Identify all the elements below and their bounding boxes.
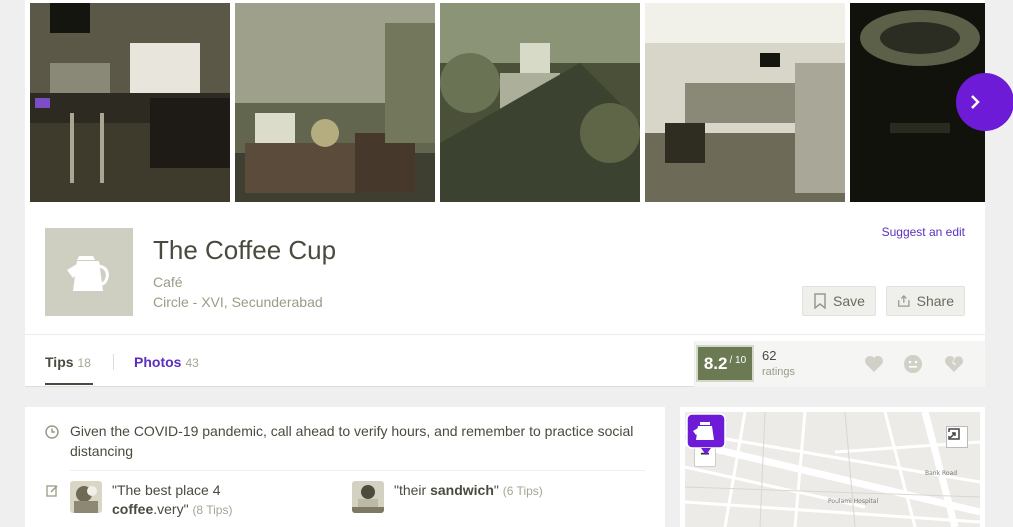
venue-photo[interactable] [645, 3, 845, 202]
active-tab-indicator [45, 383, 93, 385]
covid-notice: Given the COVID-19 pandemic, call ahead … [70, 423, 634, 459]
map-card: Poulami Hospital Bank Road + − [680, 407, 985, 527]
avatar [352, 481, 384, 513]
map-pin-icon[interactable] [685, 412, 727, 456]
rating-score-badge: 8.2 / 10 [696, 345, 754, 382]
tip-text: "their sandwich" (6 Tips) [394, 481, 543, 513]
venue-photo[interactable] [30, 3, 230, 202]
share-button[interactable]: Share [886, 286, 965, 316]
tab-count: 18 [77, 356, 91, 370]
save-button[interactable]: Save [802, 286, 876, 316]
tab-count: 43 [185, 356, 199, 370]
clock-icon [45, 425, 59, 439]
tip-quote-end: " [493, 482, 499, 498]
share-label: Share [916, 293, 954, 309]
tip-item[interactable]: "their sandwich" (6 Tips) [352, 481, 612, 513]
ratings-label: ratings [762, 366, 796, 378]
save-label: Save [833, 293, 865, 309]
like-heart-icon[interactable] [863, 353, 885, 375]
avatar [70, 481, 102, 513]
tip-quote-start: "their [394, 482, 431, 498]
tab-label: Photos [134, 354, 182, 370]
tip-count: (8 Tips) [192, 503, 233, 517]
chevron-right-icon [971, 95, 980, 109]
venue-photo[interactable] [235, 3, 435, 202]
venue-category[interactable]: Café [153, 274, 183, 290]
header-divider [25, 334, 985, 335]
neutral-face-icon[interactable] [902, 353, 924, 375]
tab-tips[interactable]: Tips 18 [45, 354, 91, 370]
broken-heart-icon[interactable] [943, 353, 965, 375]
location-map[interactable]: Poulami Hospital Bank Road + − [685, 412, 980, 527]
ratings-count: 62 [762, 348, 777, 363]
suggest-edit-link[interactable]: Suggest an edit [882, 225, 965, 239]
tip-highlight: coffee [112, 501, 154, 517]
tip-count: (6 Tips) [502, 484, 543, 498]
tip-highlight: sandwich [430, 482, 494, 498]
bookmark-icon [814, 293, 826, 309]
venue-category-icon [45, 228, 133, 316]
tips-card: Given the COVID-19 pandemic, call ahead … [25, 407, 665, 527]
tab-label: Tips [45, 354, 74, 370]
next-photo-button[interactable] [956, 73, 1013, 131]
venue-name: The Coffee Cup [153, 235, 337, 265]
tab-photos[interactable]: Photos 43 [134, 354, 199, 370]
tip-quote-end: .very" [153, 501, 189, 517]
expand-map-button[interactable] [946, 426, 968, 448]
tip-text: "The best place 4 coffee.very" (8 Tips) [112, 481, 270, 520]
rating-panel: 8.2 / 10 62 ratings [694, 341, 985, 387]
map-road-label: Bank Road [925, 470, 958, 477]
rating-max: / 10 [729, 355, 747, 366]
photo-gallery [25, 0, 985, 207]
tip-quote-start: "The best place 4 [112, 482, 221, 498]
tips-divider [70, 470, 645, 471]
tab-separator [113, 354, 114, 370]
share-icon [898, 294, 910, 307]
rating-score: 8.2 [703, 353, 728, 373]
expand-icon [948, 428, 960, 440]
venue-header: The Coffee Cup Café Circle - XVI, Secund… [25, 207, 985, 387]
venue-photo[interactable] [440, 3, 640, 202]
coffee-pot-icon [67, 256, 109, 291]
edit-note-icon [46, 485, 58, 497]
map-hospital-label: Poulami Hospital [828, 498, 879, 505]
tip-item[interactable]: "The best place 4 coffee.very" (8 Tips) [70, 481, 270, 520]
venue-location[interactable]: Circle - XVI, Secunderabad [153, 294, 323, 310]
